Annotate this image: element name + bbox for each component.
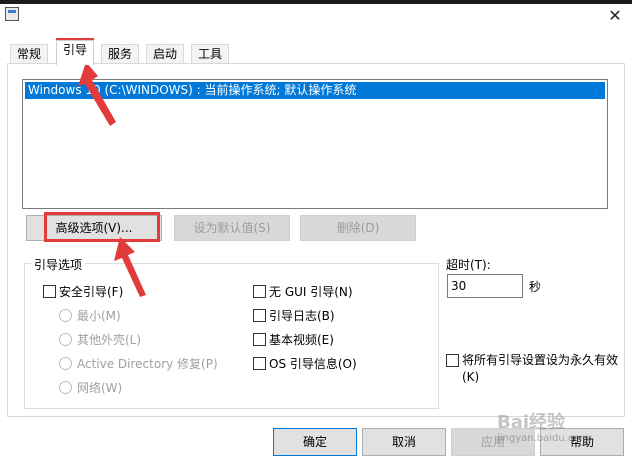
no-gui-boot-checkbox[interactable]: 无 GUI 引导(N) xyxy=(253,283,353,300)
minimal-label: 最小(M) xyxy=(77,309,121,323)
annotation-arrow-up-icon xyxy=(78,62,116,126)
boot-log-label: 引导日志(B) xyxy=(269,309,335,323)
timeout-label: 超时(T): xyxy=(446,258,491,272)
minimal-radio[interactable]: 最小(M) xyxy=(59,307,121,324)
checkbox-box xyxy=(253,309,266,322)
annotation-arrow-up-icon xyxy=(114,237,146,297)
active-directory-label: Active Directory 修复(P) xyxy=(77,357,218,371)
radio-circle xyxy=(59,333,72,346)
checkbox-box xyxy=(253,285,266,298)
checkbox-box xyxy=(253,357,266,370)
boot-log-checkbox[interactable]: 引导日志(B) xyxy=(253,307,335,324)
os-boot-info-label: OS 引导信息(O) xyxy=(269,357,357,371)
checkbox-box xyxy=(43,285,56,298)
tab-tools[interactable]: 工具 xyxy=(191,44,230,64)
delete-button[interactable]: 删除(D) xyxy=(300,215,416,241)
radio-circle xyxy=(59,309,72,322)
alternate-shell-label: 其他外壳(L) xyxy=(77,333,142,347)
cancel-button[interactable]: 取消 xyxy=(362,428,446,456)
alternate-shell-radio[interactable]: 其他外壳(L) xyxy=(59,331,141,348)
timeout-unit: 秒 xyxy=(529,280,542,294)
window-top-edge xyxy=(0,0,632,4)
boot-options-title: 引导选项 xyxy=(31,256,86,273)
radio-circle xyxy=(59,381,72,394)
base-video-label: 基本视频(E) xyxy=(269,333,334,347)
apply-button[interactable]: 应用 xyxy=(451,428,535,456)
make-permanent-accesskey: (K) xyxy=(462,370,480,384)
timeout-input[interactable]: 30 xyxy=(447,274,523,298)
close-button[interactable]: ✕ xyxy=(602,4,628,28)
make-permanent-label: 将所有引导设置设为永久有效 xyxy=(462,353,619,367)
msconfig-app-icon xyxy=(5,7,19,21)
network-radio[interactable]: 网络(W) xyxy=(59,379,122,396)
help-button[interactable]: 帮助 xyxy=(540,428,624,456)
checkbox-box xyxy=(253,333,266,346)
ok-button[interactable]: 确定 xyxy=(273,428,357,456)
checkbox-box xyxy=(446,354,459,367)
base-video-checkbox[interactable]: 基本视频(E) xyxy=(253,331,334,348)
tab-boot[interactable]: 引导 xyxy=(56,40,95,65)
network-label: 网络(W) xyxy=(77,381,123,395)
tab-general[interactable]: 常规 xyxy=(10,44,49,64)
tab-startup[interactable]: 启动 xyxy=(146,44,185,64)
active-directory-radio[interactable]: Active Directory 修复(P) xyxy=(59,355,218,372)
set-default-button[interactable]: 设为默认值(S) xyxy=(174,215,290,241)
os-boot-info-checkbox[interactable]: OS 引导信息(O) xyxy=(253,355,357,372)
no-gui-boot-label: 无 GUI 引导(N) xyxy=(269,285,353,299)
radio-circle xyxy=(59,357,72,370)
